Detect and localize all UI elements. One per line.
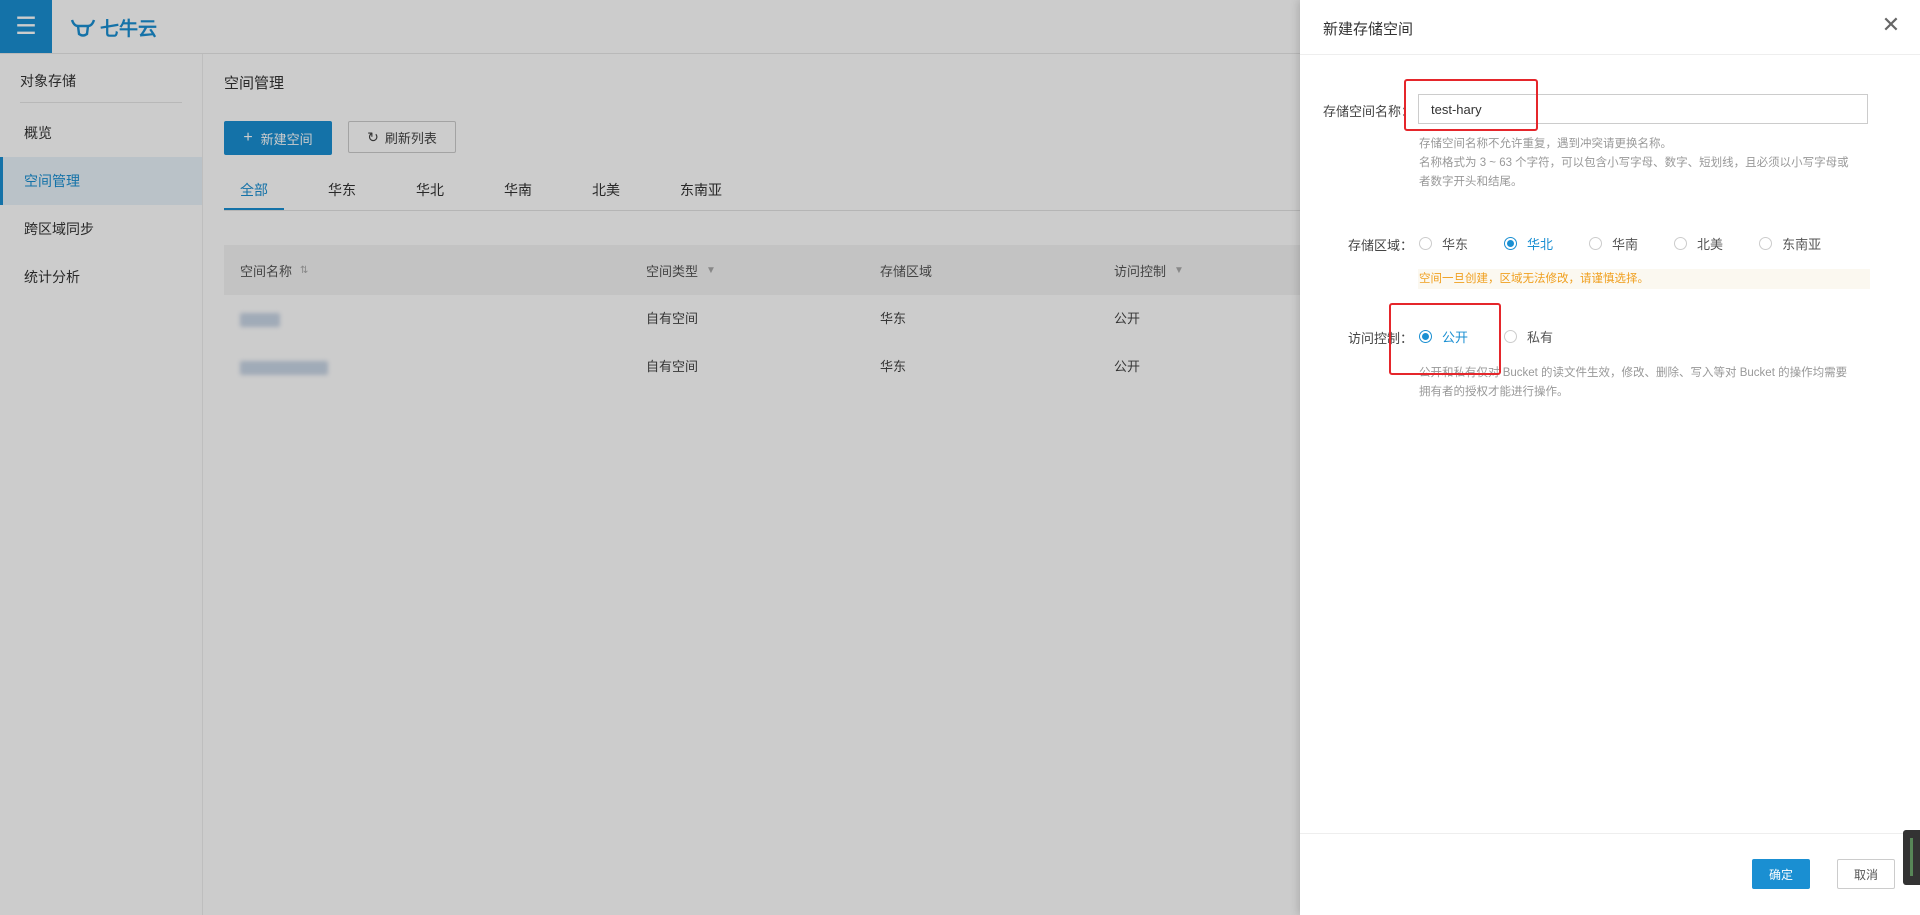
access-option-private[interactable]: 私有 (1504, 327, 1553, 346)
access-hint-line-2: 拥有者的授权才能进行操作。 (1419, 386, 1569, 398)
radio-label: 华东 (1442, 237, 1469, 252)
radio-label: 东南亚 (1782, 237, 1822, 252)
radio-label: 华北 (1527, 237, 1554, 252)
highlight-box-name (1404, 79, 1538, 131)
region-option-north-america[interactable]: 北美 (1674, 234, 1723, 253)
radio-button[interactable] (1759, 237, 1773, 250)
radio-button[interactable] (1504, 237, 1518, 250)
name-hint-line-3: 者数字开头和结尾。 (1419, 176, 1523, 188)
highlight-box-access (1389, 303, 1501, 375)
drawer-title: 新建存储空间 (1323, 21, 1414, 38)
region-option-southeast-asia[interactable]: 东南亚 (1759, 234, 1821, 253)
name-hint-line-2: 名称格式为 3 ~ 63 个字符，可以包含小写字母、数字、短划线，且必须以小写字… (1419, 157, 1849, 169)
name-hint-line-1: 存储空间名称不允许重复，遇到冲突请更换名称。 (1419, 138, 1672, 150)
confirm-button[interactable]: 确定 (1752, 859, 1810, 889)
region-option-east-china[interactable]: 华东 (1419, 234, 1468, 253)
region-warning: 空间一旦创建，区域无法修改，请谨慎选择。 (1418, 269, 1870, 289)
radio-button[interactable] (1419, 237, 1432, 250)
radio-label: 北美 (1697, 237, 1724, 252)
cancel-button[interactable]: 取消 (1837, 859, 1895, 889)
region-option-north-china[interactable]: 华北 (1504, 234, 1553, 253)
region-warning-text: 空间一旦创建，区域无法修改，请谨慎选择。 (1419, 273, 1649, 285)
storage-region-label: 存储区域： (1348, 238, 1414, 253)
radio-button[interactable] (1589, 237, 1603, 250)
drawer-footer: 确定 取消 (1300, 833, 1920, 915)
region-option-south-china[interactable]: 华南 (1589, 234, 1638, 253)
radio-button[interactable] (1504, 330, 1518, 343)
bucket-name-label: 存储空间名称： (1323, 104, 1415, 119)
drawer-header: 新建存储空间 ✕ (1300, 0, 1920, 55)
close-icon[interactable]: ✕ (1880, 14, 1902, 36)
radio-button[interactable] (1674, 237, 1688, 250)
region-radio-group: 华东 华北 华南 北美 东南亚 (1419, 234, 1857, 253)
radio-label: 私有 (1527, 330, 1554, 345)
radio-label: 华南 (1612, 237, 1639, 252)
scroll-widget[interactable] (1903, 830, 1920, 885)
app-root: ☰ 七牛云 对象存储 概览 空间管理 跨区域同步 统计分析 空间管理 + 新建空… (0, 0, 1920, 915)
create-bucket-drawer: 新建存储空间 ✕ 存储空间名称： 存储空间名称不允许重复，遇到冲突请更换名称。 … (1300, 0, 1920, 915)
